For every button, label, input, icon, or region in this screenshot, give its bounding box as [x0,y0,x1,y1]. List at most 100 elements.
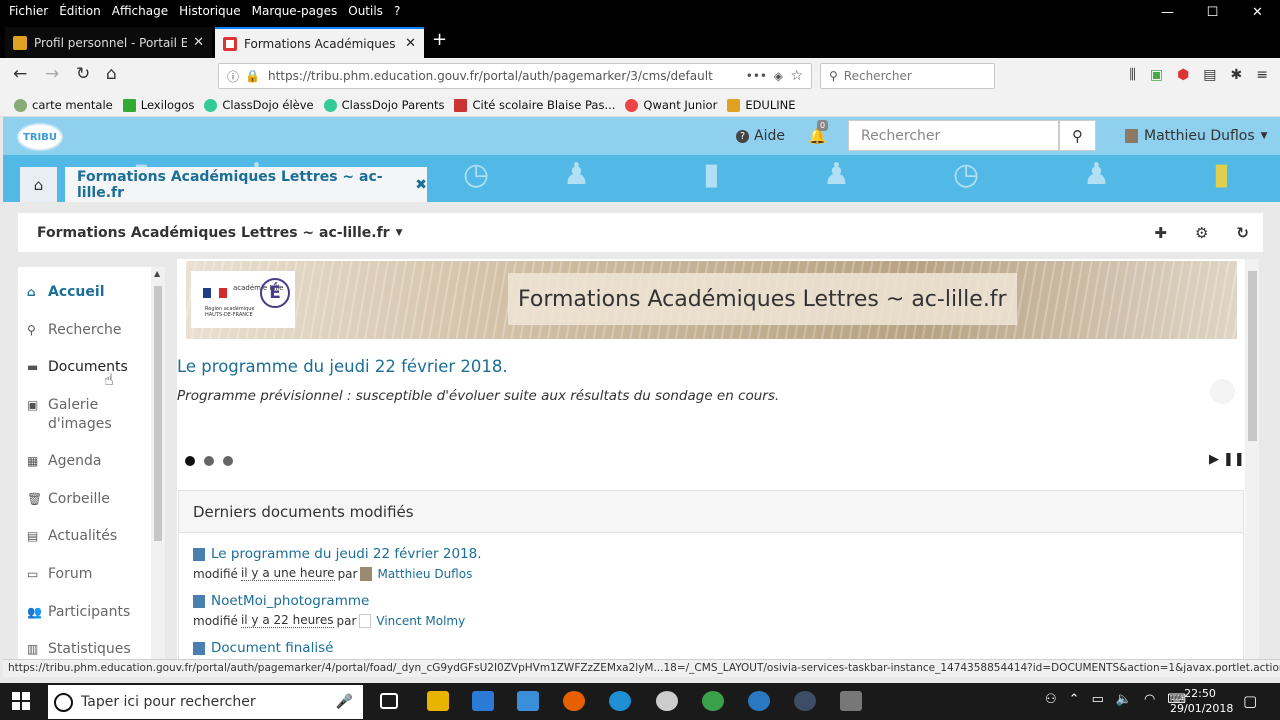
sidebar-item-participants[interactable]: 👥 Participants [27,603,147,622]
bookmark-item[interactable]: ClassDojo Parents [323,98,444,112]
app-icon[interactable] [840,691,862,711]
carousel-dot[interactable] [204,456,214,466]
adblock-icon[interactable]: ⬢ [1177,67,1189,83]
slide-title[interactable]: Le programme du jeudi 22 février 2018. [177,357,508,376]
pocket-icon[interactable]: ◈ [773,69,783,83]
user-link[interactable]: Matthieu Duflos [377,567,472,581]
microphone-icon[interactable]: 🎤 [336,694,353,710]
bookmark-item[interactable]: ClassDojo élève [204,98,314,112]
utorrent-icon[interactable] [702,691,724,711]
carousel-dot[interactable] [185,456,195,466]
sidebar-item-galerie[interactable]: ▣ Galerie d'images [27,396,147,434]
document-link[interactable]: Le programme du jeudi 22 février 2018. [193,546,482,562]
space-title[interactable]: Formations Académiques Lettres ~ ac-lill… [37,225,390,241]
user-menu[interactable]: Matthieu Duflos ▼ [1125,128,1268,144]
gear-icon[interactable]: ⚙ [1195,224,1208,242]
thunderbird-icon[interactable] [748,691,770,711]
carousel-dot[interactable] [223,456,233,466]
scroll-up-icon[interactable]: ▲ [154,269,160,278]
menu-edition[interactable]: Édition [59,4,101,18]
bookmark-item[interactable]: Qwant Junior [625,98,717,112]
network-icon[interactable]: ▭ [1092,692,1104,707]
url-bar[interactable]: ⓘ 🔒 https://tribu.phm.education.gouv.fr/… [218,63,812,89]
help-link[interactable]: ? Aide [736,128,785,144]
caret-down-icon[interactable]: ▼ [396,228,403,238]
menu-affichage[interactable]: Affichage [112,4,168,18]
back-arrow-icon[interactable]: ← [13,64,27,84]
steam-icon[interactable] [794,691,816,711]
volume-icon[interactable]: 🔈 [1116,692,1132,707]
file-explorer-icon[interactable] [427,691,449,711]
menu-help[interactable]: ? [394,4,400,18]
menu-outils[interactable]: Outils [348,4,383,18]
pause-icon[interactable]: ❚❚ [1223,452,1245,467]
sidebar-icon[interactable]: ▤ [1203,67,1216,83]
library-icon[interactable]: ⫼ [1129,67,1135,83]
notifications-button[interactable]: 🔔 0 [808,120,829,145]
menu-historique[interactable]: Historique [179,4,241,18]
bookmark-item[interactable]: Lexilogos [122,98,194,112]
bookmark-item[interactable]: Cité scolaire Blaise Pas... [454,98,615,112]
tribu-logo[interactable]: TRIBU [17,123,63,151]
portal-search-button[interactable]: ⚲ [1059,120,1096,151]
refresh-icon[interactable]: ↻ [1236,224,1249,242]
user-link[interactable]: Vincent Molmy [376,614,465,628]
menu-fichier[interactable]: Fichier [9,4,48,18]
bookmark-item[interactable]: EDULINE [727,98,796,112]
meta-par: par [336,613,357,628]
firefox-icon[interactable] [563,691,585,711]
play-icon[interactable]: ▶ [1209,452,1219,467]
reload-icon[interactable]: ↻ [76,64,90,84]
sidebar-item-agenda[interactable]: ▦ Agenda [27,452,147,471]
tab-formations[interactable]: Formations Académiques Lettres ✕ [215,27,424,58]
app-icon[interactable] [517,691,539,711]
taskbar-clock[interactable]: 22:50 29/01/2018 [1170,686,1233,716]
sidebar-scrollbar[interactable]: ▲ [151,267,165,667]
page-actions-icon[interactable]: ••• [739,69,767,83]
bookmark-star-icon[interactable]: ☆ [790,68,803,84]
action-center-icon[interactable]: ▢ [1243,692,1257,710]
main-scrollbar[interactable] [1245,259,1259,669]
menu-hamburger-icon[interactable]: ≡ [1256,67,1268,83]
sidebar-item-recherche[interactable]: ⚲ Recherche [27,321,147,340]
close-tab-icon[interactable]: ✕ [405,36,416,51]
close-icon[interactable]: ✖ [415,177,427,193]
tab-space[interactable]: Formations Académiques Lettres ~ ac-lill… [65,167,427,202]
sidebar-item-documents[interactable]: ▬ Documents [27,358,147,377]
extension-icon[interactable]: ▣ [1150,67,1163,83]
tab-title: Formations Académiques Lettres [244,36,399,51]
slide-next-icon[interactable] [1210,379,1235,404]
tab-profil-personnel[interactable]: Profil personnel - Portail Eduline ✕ [5,27,212,58]
document-link[interactable]: NoetMoi_photogramme [193,593,465,609]
new-tab-button[interactable]: + [432,29,447,50]
app-icon[interactable] [472,691,494,711]
extension-gear-icon[interactable]: ✱ [1231,67,1243,83]
sidebar-item-corbeille[interactable]: 🗑 Corbeille [27,490,147,509]
document-link[interactable]: Document finalisé [193,640,333,656]
close-tab-icon[interactable]: ✕ [193,35,204,50]
home-icon[interactable]: ⌂ [106,64,117,84]
taskbar-search-input[interactable]: Taper ici pour rechercher 🎤 [48,685,363,719]
browser-search-input[interactable]: ⚲ Rechercher [820,63,995,89]
app-icon[interactable] [656,691,678,711]
task-view-icon[interactable] [380,693,398,709]
menu-marque-pages[interactable]: Marque-pages [252,4,338,18]
forward-arrow-icon[interactable]: → [45,64,59,84]
scrollbar-thumb[interactable] [1248,271,1257,441]
sidebar-item-actualites[interactable]: ▤ Actualités [27,527,147,546]
people-icon[interactable]: ⚇ [1045,692,1057,707]
wifi-icon[interactable]: ◠ [1144,692,1155,707]
decor-book-icon: ▮ [703,157,720,192]
chevron-up-icon[interactable]: ⌃ [1069,692,1080,707]
sidebar-item-accueil[interactable]: ⌂ Accueil [27,283,147,302]
app-icon[interactable] [609,691,631,711]
home-tab[interactable]: ⌂ [20,167,57,202]
sidebar-item-statistiques[interactable]: ▥ Statistiques [27,640,147,659]
scrollbar-thumb[interactable] [154,286,162,541]
windows-start-icon[interactable] [12,692,30,710]
bookmark-item[interactable]: carte mentale [14,98,113,112]
portal-search-input[interactable]: Rechercher [848,120,1059,151]
add-icon[interactable]: ✚ [1154,224,1167,242]
sidebar-item-forum[interactable]: ▭ Forum [27,565,147,584]
info-icon[interactable]: ⓘ [227,68,239,85]
